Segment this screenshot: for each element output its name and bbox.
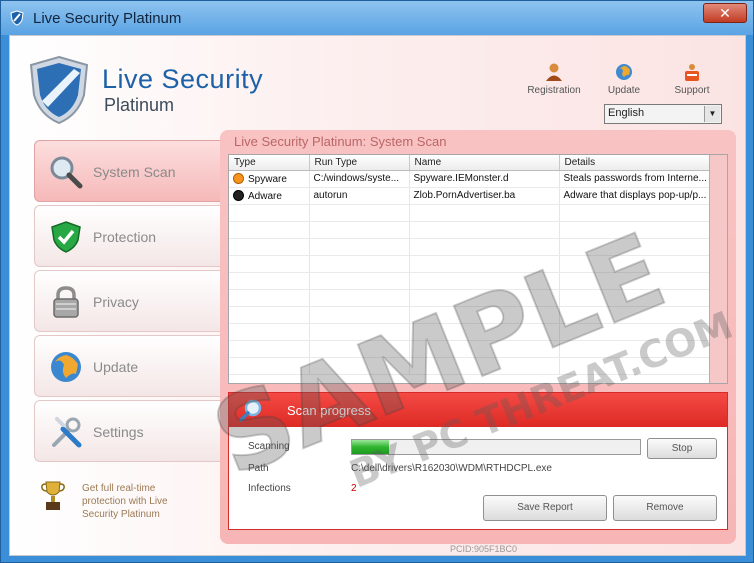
table-row: [229, 323, 710, 341]
globe-icon: [51, 352, 81, 382]
scanning-label: Scanning: [248, 441, 290, 452]
type-cell: Spyware: [229, 170, 310, 188]
type-cell: Adware: [229, 187, 310, 205]
table-row[interactable]: Spyware C:/windows/syste... Spyware.IEMo…: [229, 170, 710, 188]
sidebar-item-label: Protection: [93, 229, 157, 245]
client-area: Live Security Platinum Registration Upda…: [9, 35, 746, 556]
name-cell: Zlob.PornAdvertiser.ba: [409, 187, 560, 205]
column-header-run-type[interactable]: Run Type: [309, 155, 410, 171]
table-row: [229, 255, 710, 273]
scan-progress-bar: [351, 439, 641, 455]
table-row: [229, 204, 710, 222]
type-text: Adware: [248, 190, 282, 202]
table-row: [229, 238, 710, 256]
infections-label: Infections: [248, 483, 291, 494]
close-button[interactable]: ✕: [703, 3, 747, 23]
chevron-down-icon[interactable]: ▼: [704, 106, 720, 122]
logo-title: Live Security: [102, 64, 264, 94]
stop-button[interactable]: Stop: [647, 438, 717, 459]
support-button[interactable]: Support: [660, 62, 724, 96]
table-row: [229, 306, 710, 324]
user-icon: [546, 63, 562, 81]
sidebar-item-privacy[interactable]: Privacy: [34, 270, 220, 332]
scan-progress-box: Scan progress Scanning Stop Path C:\dell…: [228, 392, 728, 530]
support-label: Support: [674, 85, 710, 96]
tools-icon: [52, 417, 82, 448]
table-header-row: Type Run Type Name Details: [229, 155, 710, 171]
panel-title: Live Security Platinum: System Scan: [234, 134, 447, 149]
table-row: [229, 221, 710, 239]
registration-label: Registration: [527, 85, 581, 96]
scan-progress-fill: [352, 440, 390, 454]
path-label: Path: [248, 463, 269, 474]
shield-logo-icon: [29, 55, 89, 125]
save-report-button[interactable]: Save Report: [483, 495, 607, 521]
system-scan-panel: Live Security Platinum: System Scan Type…: [220, 130, 736, 544]
run-type-cell: C:/windows/syste...: [309, 170, 410, 188]
table-row: [229, 272, 710, 290]
name-cell: Spyware.IEMonster.d: [409, 170, 560, 188]
trophy-icon: [41, 481, 65, 510]
details-cell: Steals passwords from Interne...: [559, 170, 710, 188]
table-row: [229, 357, 710, 375]
threats-table[interactable]: Type Run Type Name Details Spyware C:/wi…: [228, 154, 728, 384]
pcid-label: PCID:905F1BC0: [450, 544, 518, 554]
language-dropdown[interactable]: English ▼: [604, 104, 722, 124]
lifebuoy-icon: [685, 64, 699, 81]
padlock-icon: [53, 286, 79, 318]
sidebar-item-protection[interactable]: Protection: [34, 205, 220, 267]
globe-icon: [616, 64, 632, 80]
promo-text: Get full real-time protection with Live …: [82, 483, 168, 520]
sidebar-item-label: Settings: [93, 424, 144, 440]
update-tool-button[interactable]: Update: [592, 62, 656, 96]
sidebar-item-label: Privacy: [93, 294, 139, 310]
infections-count: 2: [351, 483, 357, 494]
app-window: Live Security Platinum ✕ Live Security P…: [0, 0, 754, 563]
language-value: English: [608, 107, 645, 119]
magnifier-icon: [50, 156, 83, 189]
table-row: [229, 340, 710, 358]
threat-level-icon: [233, 172, 244, 184]
sidebar-item-update[interactable]: Update: [34, 335, 220, 397]
table-scrollbar[interactable]: [709, 155, 727, 383]
column-header-name[interactable]: Name: [409, 155, 560, 171]
sidebar-item-label: Update: [93, 359, 139, 375]
shield-check-icon: [51, 221, 81, 253]
title-bar[interactable]: Live Security Platinum ✕: [1, 1, 753, 35]
column-header-type[interactable]: Type: [229, 155, 310, 171]
remove-button[interactable]: Remove: [613, 495, 717, 521]
path-value: C:\dell\drivers\R162030\WDM\RTHDCPL.exe: [351, 463, 552, 474]
table-row: [229, 289, 710, 307]
sidebar-item-settings[interactable]: Settings: [34, 400, 220, 462]
sidebar-item-system-scan[interactable]: System Scan: [34, 140, 220, 202]
type-text: Spyware: [248, 173, 287, 185]
table-row[interactable]: Adware autorun Zlob.PornAdvertiser.ba Ad…: [229, 187, 710, 205]
magnifier-icon: [239, 399, 262, 422]
shield-app-icon: [10, 10, 24, 26]
run-type-cell: autorun: [309, 187, 410, 205]
column-header-details[interactable]: Details: [559, 155, 710, 171]
logo-subtitle: Platinum: [104, 95, 175, 115]
update-tool-label: Update: [607, 85, 641, 96]
scan-progress-header: Scan progress: [229, 393, 727, 427]
window-title: Live Security Platinum: [33, 10, 182, 27]
scan-progress-title: Scan progress: [287, 403, 371, 418]
details-cell: Adware that displays pop-up/p...: [559, 187, 710, 205]
sidebar-item-label: System Scan: [93, 164, 176, 180]
threat-level-icon: [233, 189, 244, 201]
registration-button[interactable]: Registration: [522, 62, 586, 96]
